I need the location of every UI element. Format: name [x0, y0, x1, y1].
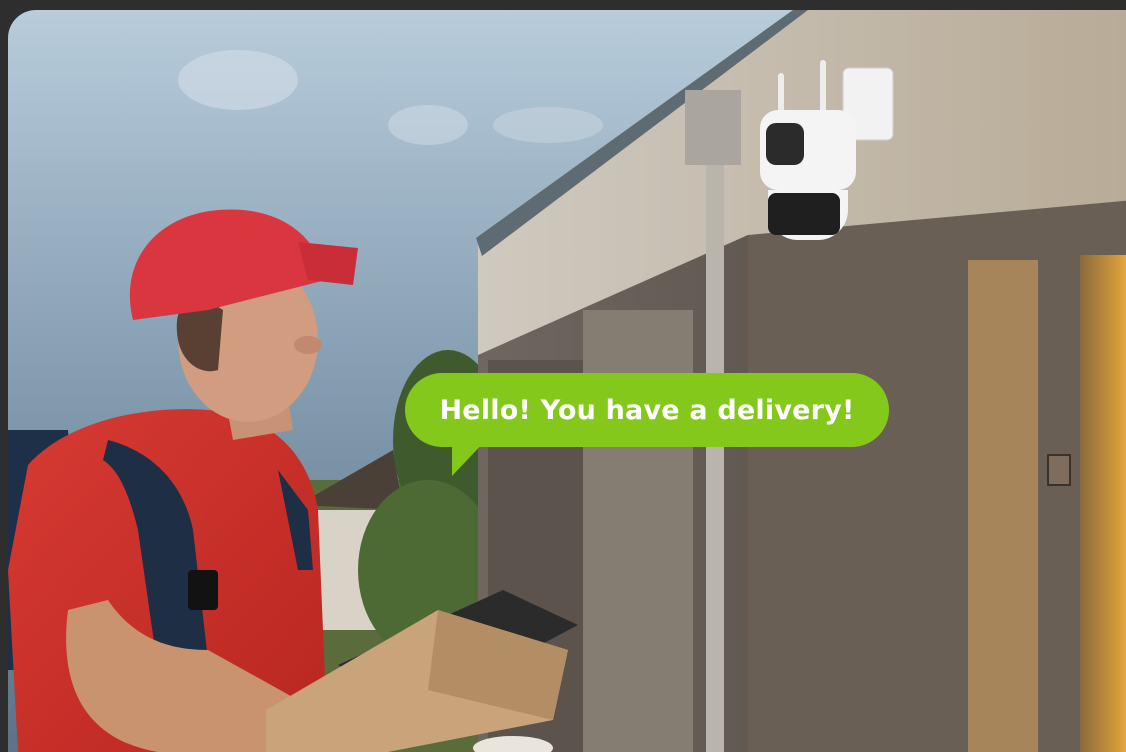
speech-bubble-tail — [452, 440, 486, 476]
drain-pipe — [706, 165, 724, 752]
cloud — [493, 107, 603, 143]
speech-bubble-text: Hello! You have a delivery! — [439, 394, 855, 426]
image-frame: Hello! You have a delivery! — [0, 0, 1126, 752]
speech-bubble: Hello! You have a delivery! — [405, 373, 889, 447]
cloud — [178, 50, 298, 110]
wall-light — [968, 260, 1038, 752]
cloud — [388, 105, 468, 145]
gutter-box — [685, 90, 741, 165]
front-door — [1080, 255, 1126, 752]
strap-buckle — [188, 570, 218, 610]
doorbell-icon — [1047, 454, 1071, 486]
